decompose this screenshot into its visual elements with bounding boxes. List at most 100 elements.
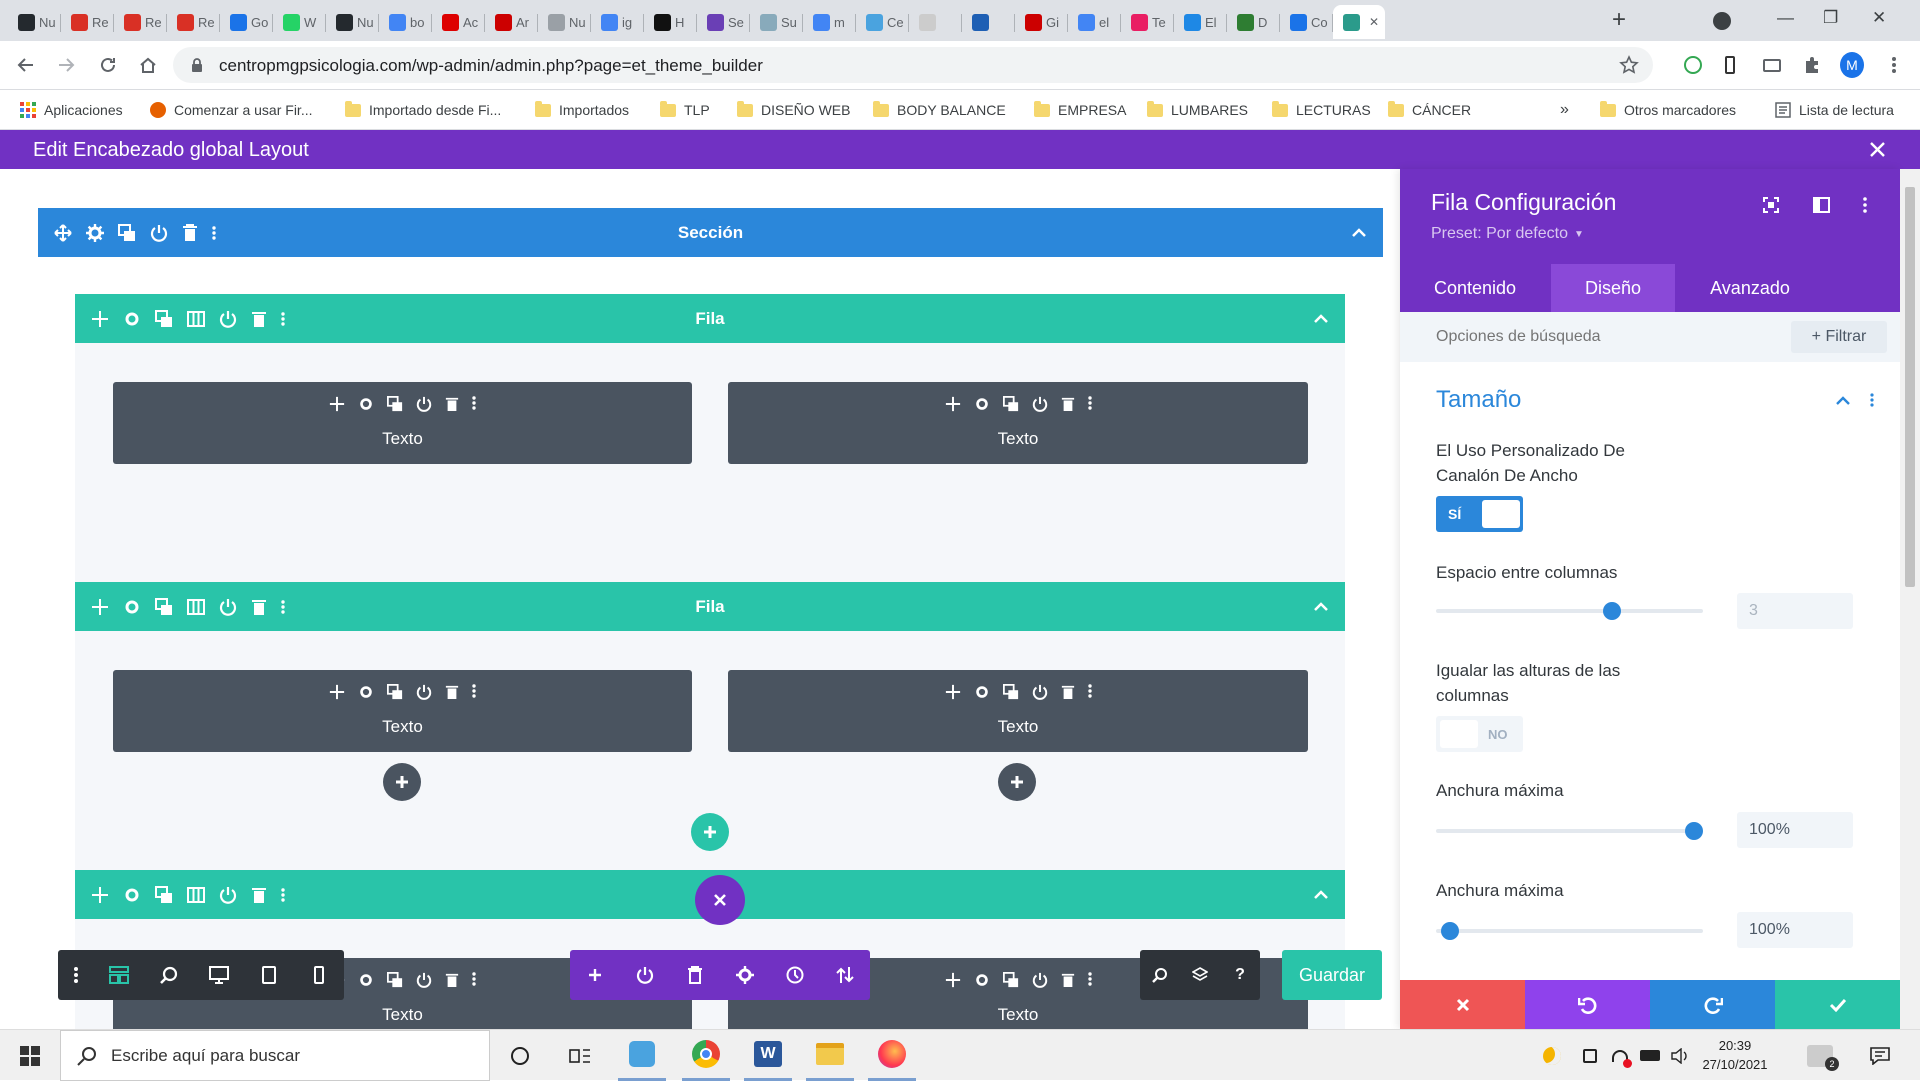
gear-icon[interactable] [974, 972, 990, 988]
group-title-tamano[interactable]: Tamaño [1436, 386, 1521, 414]
maxwidth-slider-2[interactable] [1436, 922, 1703, 940]
bookmark-folder[interactable]: TLP [660, 90, 710, 130]
trash-icon[interactable] [445, 972, 459, 988]
more-dots-icon[interactable] [472, 972, 476, 988]
layers-icon[interactable] [1180, 967, 1220, 983]
move-icon[interactable] [945, 684, 961, 700]
reload-icon[interactable] [96, 53, 120, 77]
scrollbar[interactable] [1900, 169, 1920, 1029]
trash-icon[interactable] [445, 684, 459, 700]
gutter-toggle[interactable]: SÍ [1436, 496, 1523, 532]
fullscreen-icon[interactable] [1763, 197, 1779, 213]
close-settings-button[interactable] [695, 875, 745, 925]
more-dots-icon[interactable] [1863, 197, 1867, 213]
browser-tab[interactable]: Nu [326, 5, 379, 39]
browser-tab[interactable]: m [803, 5, 856, 39]
more-dots-icon[interactable] [472, 684, 476, 700]
browser-tab[interactable]: Co [1280, 5, 1333, 39]
tab-diseno[interactable]: Diseño [1551, 264, 1675, 312]
browser-tab[interactable] [962, 5, 1015, 39]
trash-icon[interactable] [251, 886, 267, 904]
browser-tab[interactable]: ✕ [1333, 5, 1385, 39]
close-icon[interactable] [1869, 141, 1886, 158]
close-tab-icon[interactable]: ✕ [1369, 15, 1379, 29]
menu-kebab-icon[interactable] [1882, 53, 1906, 77]
spacing-value[interactable]: 3 [1737, 593, 1853, 629]
window-close-icon[interactable]: ✕ [1872, 8, 1886, 28]
trash-icon[interactable] [1061, 396, 1075, 412]
power-icon[interactable] [416, 972, 432, 988]
browser-tab[interactable]: bo [379, 5, 432, 39]
chevron-up-icon[interactable] [1313, 870, 1329, 919]
browser-tab[interactable]: Re [61, 5, 114, 39]
reading-list[interactable]: Lista de lectura [1775, 90, 1894, 130]
chevron-up-icon[interactable] [1836, 396, 1850, 405]
duplicate-icon[interactable] [1002, 684, 1019, 700]
home-icon[interactable] [136, 53, 160, 77]
bookmark-other[interactable]: Otros marcadores [1600, 90, 1736, 130]
add-module-button[interactable] [998, 763, 1036, 801]
move-icon[interactable] [945, 396, 961, 412]
browser-tab[interactable]: Ar [485, 5, 538, 39]
clock[interactable]: 20:39 27/10/2021 [1700, 1036, 1770, 1074]
gear-icon[interactable] [358, 972, 374, 988]
plus-icon[interactable] [570, 968, 620, 982]
section-bar[interactable]: Sección [38, 208, 1383, 257]
power-icon[interactable] [416, 684, 432, 700]
spacing-slider[interactable] [1436, 602, 1703, 620]
power-icon[interactable] [1032, 396, 1048, 412]
address-bar[interactable]: centropmgpsicologia.com/wp-admin/admin.p… [173, 47, 1653, 83]
gear-icon[interactable] [358, 396, 374, 412]
more-dots-icon[interactable] [1087, 972, 1092, 988]
row-bar[interactable]: Fila [75, 582, 1345, 631]
bookmark-folder[interactable]: Importados [535, 90, 629, 130]
more-dots-icon[interactable] [58, 967, 94, 983]
battery-icon[interactable] [1635, 1030, 1665, 1081]
browser-tab[interactable]: Nu [8, 5, 61, 39]
browser-tab[interactable]: Nu [538, 5, 591, 39]
move-icon[interactable] [91, 886, 109, 904]
restore-icon[interactable]: ❐ [1823, 8, 1838, 28]
tab-contenido[interactable]: Contenido [1400, 264, 1550, 312]
bookmark-star-icon[interactable] [1619, 55, 1639, 75]
extension-phone-icon[interactable] [1718, 53, 1742, 77]
browser-tab[interactable]: ig [591, 5, 644, 39]
portability-icon[interactable] [820, 966, 870, 984]
browser-tab[interactable]: D [1227, 5, 1280, 39]
new-tab-icon[interactable]: + [1612, 6, 1626, 34]
equalize-toggle[interactable]: NO [1436, 716, 1523, 752]
duplicate-icon[interactable] [155, 885, 173, 904]
add-row-button[interactable] [691, 813, 729, 851]
text-module[interactable]: Texto [728, 670, 1308, 752]
more-dots-icon[interactable] [281, 887, 285, 902]
browser-tab[interactable]: El [1174, 5, 1227, 39]
redo-button[interactable] [1650, 980, 1775, 1029]
more-dots-icon[interactable] [1087, 396, 1092, 412]
chevron-up-icon[interactable] [1313, 294, 1329, 343]
gear-icon[interactable] [974, 396, 990, 412]
browser-tab[interactable]: Se [697, 5, 750, 39]
forward-icon[interactable] [54, 53, 78, 77]
duplicate-icon[interactable] [1002, 972, 1019, 988]
discard-button[interactable] [1400, 980, 1525, 1029]
gear-icon[interactable] [358, 684, 374, 700]
browser-tab[interactable]: W [273, 5, 326, 39]
wireframe-icon[interactable] [94, 966, 144, 984]
trash-icon[interactable] [445, 396, 459, 412]
gear-icon[interactable] [720, 966, 770, 984]
extension-green-icon[interactable] [1681, 53, 1705, 77]
firefox-icon[interactable] [868, 1030, 916, 1081]
more-dots-icon[interactable] [472, 396, 476, 412]
power-icon[interactable] [1032, 684, 1048, 700]
task-view-icon[interactable] [496, 1030, 544, 1081]
move-icon[interactable] [329, 684, 345, 700]
bookmark-folder[interactable]: LUMBARES [1147, 90, 1248, 130]
chrome-icon[interactable] [682, 1030, 730, 1081]
row-bar[interactable]: Fila [75, 294, 1345, 343]
browser-tab[interactable]: Gi [1015, 5, 1068, 39]
bookmark-apps[interactable]: Aplicaciones [20, 90, 123, 130]
power-icon[interactable] [416, 396, 432, 412]
bookmark-folder[interactable]: CÁNCER [1388, 90, 1471, 130]
add-module-button[interactable] [383, 763, 421, 801]
browser-tab[interactable]: Go [220, 5, 273, 39]
